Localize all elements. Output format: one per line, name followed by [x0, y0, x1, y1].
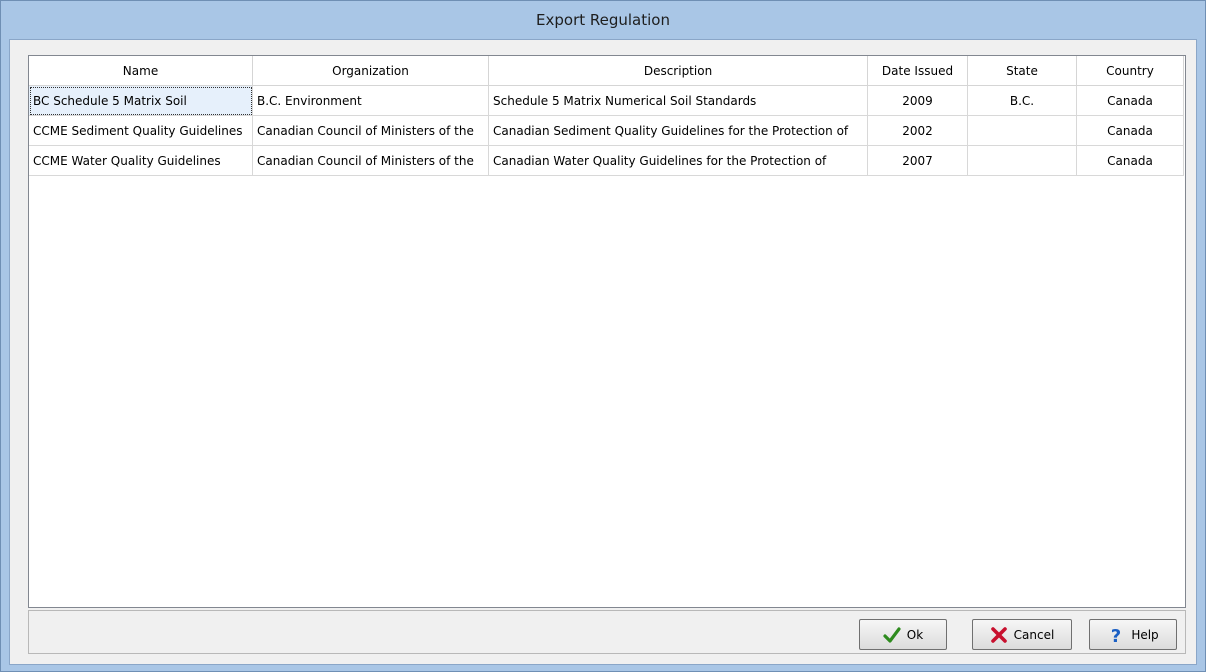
cell-state[interactable]	[968, 146, 1077, 176]
cell-date-issued[interactable]: 2007	[868, 146, 968, 176]
cell-country[interactable]: Canada	[1077, 116, 1184, 146]
column-header-country[interactable]: Country	[1077, 56, 1184, 86]
button-bar: Ok Cancel ? Help	[28, 610, 1186, 654]
cell-country[interactable]: Canada	[1077, 86, 1184, 116]
cell-date-issued[interactable]: 2002	[868, 116, 968, 146]
column-header-date-issued[interactable]: Date Issued	[868, 56, 968, 86]
regulation-grid[interactable]: Name Organization Description Date Issue…	[28, 55, 1186, 608]
grid-header-row: Name Organization Description Date Issue…	[29, 56, 1184, 86]
cell-name[interactable]: CCME Sediment Quality Guidelines	[29, 116, 253, 146]
table-row[interactable]: BC Schedule 5 Matrix Soil B.C. Environme…	[29, 86, 1184, 116]
cell-description[interactable]: Canadian Water Quality Guidelines for th…	[489, 146, 868, 176]
cancel-button[interactable]: Cancel	[972, 619, 1072, 650]
cell-state[interactable]	[968, 116, 1077, 146]
cell-organization[interactable]: Canadian Council of Ministers of the	[253, 146, 489, 176]
window-title: Export Regulation	[536, 11, 670, 29]
column-header-organization[interactable]: Organization	[253, 56, 489, 86]
svg-text:?: ?	[1111, 626, 1121, 644]
checkmark-icon	[883, 626, 901, 644]
table-row[interactable]: CCME Water Quality Guidelines Canadian C…	[29, 146, 1184, 176]
cell-state[interactable]: B.C.	[968, 86, 1077, 116]
column-header-name[interactable]: Name	[29, 56, 253, 86]
question-mark-icon: ?	[1107, 626, 1125, 647]
cell-country[interactable]: Canada	[1077, 146, 1184, 176]
ok-button[interactable]: Ok	[859, 619, 947, 650]
help-button[interactable]: ? Help	[1089, 619, 1177, 650]
cell-organization[interactable]: B.C. Environment	[253, 86, 489, 116]
cell-description[interactable]: Schedule 5 Matrix Numerical Soil Standar…	[489, 86, 868, 116]
help-button-label: Help	[1131, 627, 1159, 642]
cell-description[interactable]: Canadian Sediment Quality Guidelines for…	[489, 116, 868, 146]
column-header-state[interactable]: State	[968, 56, 1077, 86]
cell-name[interactable]: BC Schedule 5 Matrix Soil	[29, 86, 253, 116]
x-icon	[990, 626, 1008, 644]
cancel-button-label: Cancel	[1013, 627, 1055, 642]
cell-date-issued[interactable]: 2009	[868, 86, 968, 116]
export-regulation-window: Export Regulation Name Organization Desc…	[0, 0, 1206, 672]
column-header-description[interactable]: Description	[489, 56, 868, 86]
cell-organization[interactable]: Canadian Council of Ministers of the	[253, 116, 489, 146]
dialog-client-area: Name Organization Description Date Issue…	[9, 39, 1197, 665]
table-row[interactable]: CCME Sediment Quality Guidelines Canadia…	[29, 116, 1184, 146]
ok-button-label: Ok	[906, 627, 924, 642]
cell-name[interactable]: CCME Water Quality Guidelines	[29, 146, 253, 176]
